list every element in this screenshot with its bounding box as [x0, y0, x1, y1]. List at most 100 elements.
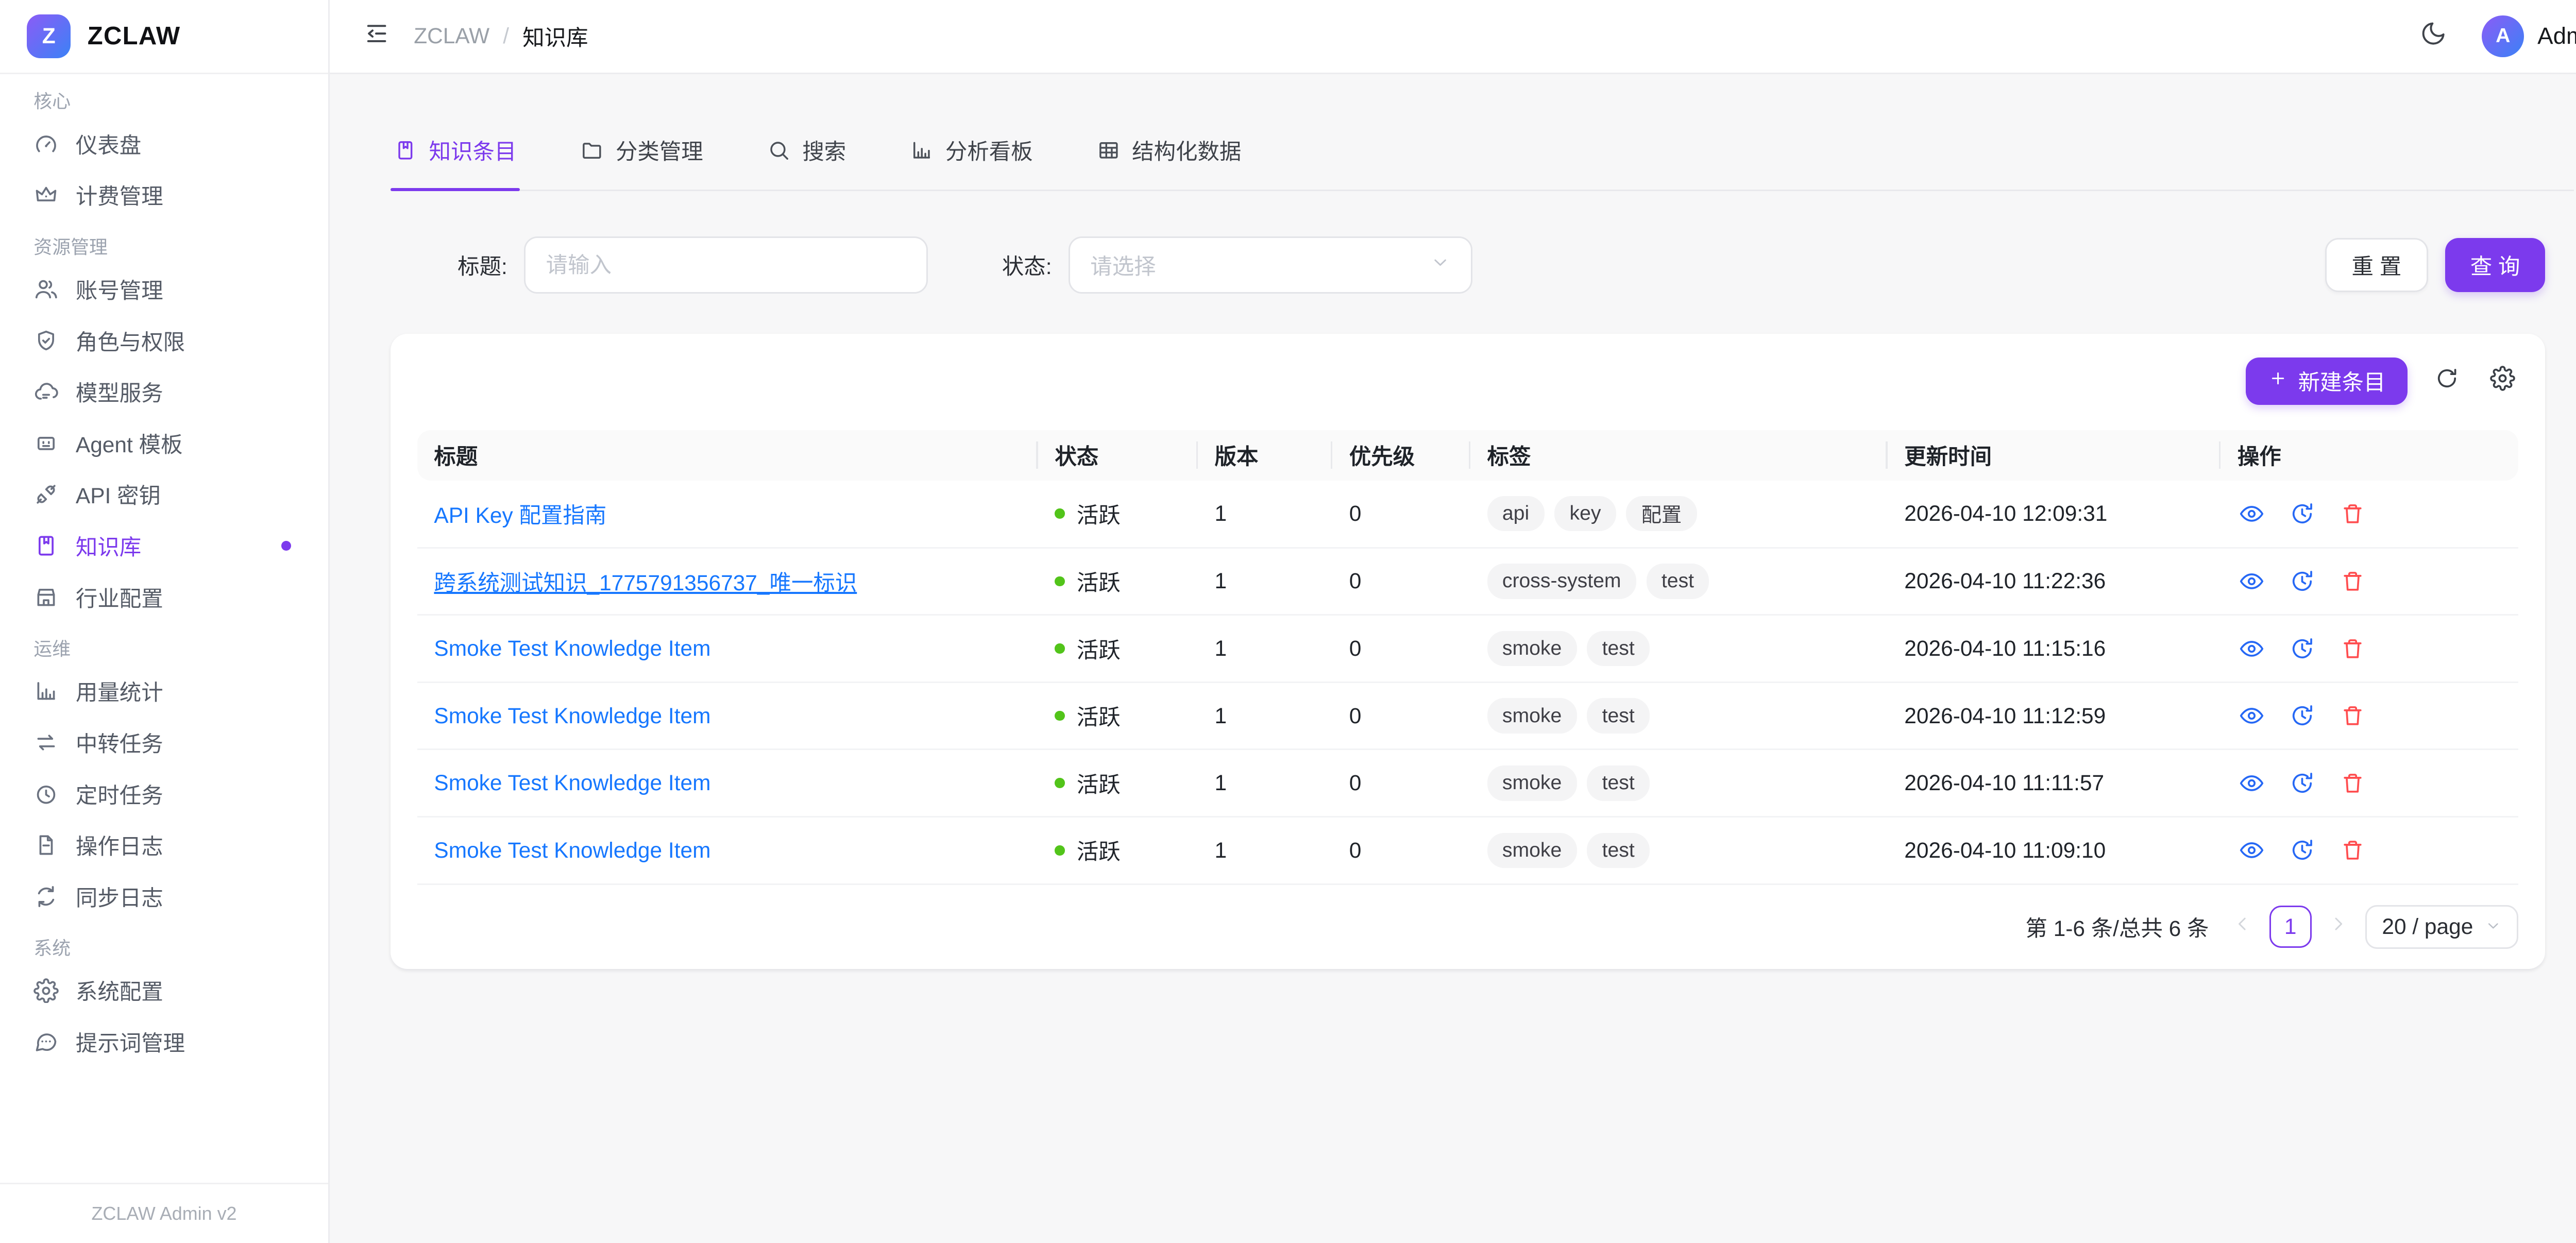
status-text: 活跃: [1077, 835, 1121, 866]
collapse-icon: [363, 20, 390, 53]
delete-icon: [2340, 501, 2365, 526]
file-icon: [33, 832, 59, 858]
tag-pill: test: [1587, 698, 1650, 734]
search-button[interactable]: 查 询: [2445, 238, 2546, 292]
sidebar-item-prompt-management[interactable]: 提示词管理: [20, 1017, 308, 1066]
history-button[interactable]: [2288, 499, 2316, 527]
column-header: 优先级: [1332, 430, 1470, 481]
sidebar: Z ZCLAW 核心仪表盘计费管理资源管理账号管理角色与权限模型服务Agent …: [0, 0, 330, 1243]
status-cell: 活跃: [1055, 498, 1181, 530]
tab-bar: 知识条目 分类管理 搜索 分析看板 结构化数据: [391, 134, 2574, 191]
sidebar-item-usage-stats[interactable]: 用量统计: [20, 667, 308, 716]
history-button[interactable]: [2288, 769, 2316, 797]
row-title-link[interactable]: Smoke Test Knowledge Item: [434, 636, 710, 660]
tag-pill: test: [1647, 564, 1709, 599]
cloud-icon: [33, 379, 59, 404]
tab-category-management[interactable]: 分类管理: [577, 134, 706, 190]
status-filter-select[interactable]: 请选择: [1069, 236, 1472, 294]
shop-icon: [33, 585, 59, 610]
page-size-select[interactable]: 20 / page: [2365, 905, 2518, 949]
sidebar-item-agent-templates[interactable]: Agent 模板: [20, 419, 308, 468]
status-dot-icon: [1055, 845, 1065, 856]
sidebar-item-sync-logs[interactable]: 同步日志: [20, 872, 308, 921]
reset-button[interactable]: 重 置: [2325, 238, 2429, 292]
version-cell: 1: [1198, 750, 1332, 817]
column-header: 版本: [1198, 430, 1332, 481]
sidebar-item-industry-config[interactable]: 行业配置: [20, 573, 308, 622]
sidebar-collapse-button[interactable]: [360, 16, 394, 56]
breadcrumb-separator: /: [503, 24, 509, 48]
history-button[interactable]: [2288, 702, 2316, 730]
tags-cell: smoketest: [1487, 765, 1871, 801]
next-page-button[interactable]: [2325, 911, 2352, 943]
sidebar-nav: 核心仪表盘计费管理资源管理账号管理角色与权限模型服务Agent 模板API 密钥…: [0, 74, 328, 1183]
tab-knowledge-items[interactable]: 知识条目: [391, 134, 520, 190]
sidebar-item-models[interactable]: 模型服务: [20, 367, 308, 416]
view-button[interactable]: [2238, 836, 2266, 864]
row-title-link[interactable]: Smoke Test Knowledge Item: [434, 838, 710, 862]
prev-page-button[interactable]: [2229, 911, 2256, 943]
title-filter-label: 标题:: [457, 249, 507, 281]
actions-cell: [2238, 567, 2502, 595]
row-title-link[interactable]: API Key 配置指南: [434, 503, 606, 527]
sidebar-item-label: 行业配置: [76, 582, 163, 613]
delete-button[interactable]: [2338, 634, 2367, 662]
sidebar-item-billing[interactable]: 计费管理: [20, 171, 308, 219]
sidebar-item-operation-logs[interactable]: 操作日志: [20, 821, 308, 870]
view-button[interactable]: [2238, 702, 2266, 730]
row-title-link[interactable]: Smoke Test Knowledge Item: [434, 704, 710, 728]
view-button[interactable]: [2238, 634, 2266, 662]
row-title-link[interactable]: Smoke Test Knowledge Item: [434, 771, 710, 795]
sidebar-item-dashboard[interactable]: 仪表盘: [20, 120, 308, 168]
delete-button[interactable]: [2338, 769, 2367, 797]
dark-mode-toggle[interactable]: [2416, 16, 2450, 56]
shield-icon: [33, 328, 59, 353]
refresh-button[interactable]: [2431, 362, 2463, 400]
app-window: Z ZCLAW 核心仪表盘计费管理资源管理账号管理角色与权限模型服务Agent …: [0, 0, 2576, 1243]
username: Admin: [2537, 23, 2576, 49]
sidebar-item-knowledge-base[interactable]: 知识库: [20, 521, 308, 570]
status-dot-icon: [1055, 778, 1065, 788]
view-button[interactable]: [2238, 499, 2266, 527]
table-settings-button[interactable]: [2486, 362, 2518, 400]
knowledge-table: 标题状态版本优先级标签更新时间操作 API Key 配置指南活跃10apikey…: [417, 430, 2518, 885]
sidebar-item-cron-tasks[interactable]: 定时任务: [20, 770, 308, 819]
tab-structured-data[interactable]: 结构化数据: [1093, 134, 1245, 190]
sidebar-item-relay-tasks[interactable]: 中转任务: [20, 718, 308, 767]
book-icon: [394, 139, 417, 162]
history-button[interactable]: [2288, 567, 2316, 595]
delete-button[interactable]: [2338, 567, 2367, 595]
new-item-button[interactable]: 新建条目: [2246, 357, 2407, 404]
view-button[interactable]: [2238, 769, 2266, 797]
chevron-left-icon: [2232, 914, 2252, 940]
status-cell: 活跃: [1055, 835, 1181, 866]
delete-button[interactable]: [2338, 499, 2367, 527]
status-dot-icon: [1055, 711, 1065, 721]
gear-icon: [33, 978, 59, 1003]
page-number-button[interactable]: 1: [2269, 906, 2312, 948]
table-row: Smoke Test Knowledge Item活跃10smoketest20…: [417, 682, 2518, 750]
version-cell: 1: [1198, 481, 1332, 548]
history-button[interactable]: [2288, 836, 2316, 864]
tab-analytics-board[interactable]: 分析看板: [907, 134, 1036, 190]
delete-button[interactable]: [2338, 836, 2367, 864]
sidebar-item-roles[interactable]: 角色与权限: [20, 316, 308, 365]
tags-cell: smoketest: [1487, 833, 1871, 869]
plug-icon: [33, 482, 59, 507]
delete-button[interactable]: [2338, 702, 2367, 730]
sidebar-item-system-config[interactable]: 系统配置: [20, 966, 308, 1015]
users-icon: [33, 277, 59, 302]
user-menu[interactable]: A Admin: [2482, 15, 2576, 58]
sidebar-item-accounts[interactable]: 账号管理: [20, 265, 308, 314]
tab-search[interactable]: 搜索: [764, 134, 849, 190]
history-button[interactable]: [2288, 634, 2316, 662]
tablegrid-icon: [1097, 139, 1121, 162]
sidebar-item-api-keys[interactable]: API 密钥: [20, 470, 308, 519]
title-filter-input[interactable]: [524, 236, 928, 294]
history-icon: [2290, 569, 2315, 594]
view-button[interactable]: [2238, 567, 2266, 595]
breadcrumb-root[interactable]: ZCLAW: [414, 24, 489, 48]
row-title-link[interactable]: 跨系统测试知识_1775791356737_唯一标识: [434, 571, 857, 595]
robot-icon: [33, 431, 59, 456]
actions-cell: [2238, 499, 2502, 527]
